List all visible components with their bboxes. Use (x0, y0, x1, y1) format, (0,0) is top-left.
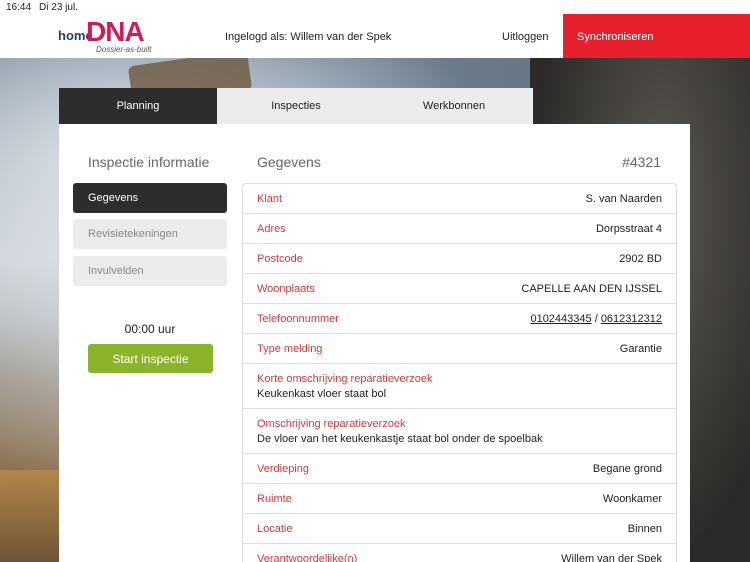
wifi-icon (686, 3, 698, 12)
phone-link-mobile[interactable]: 0612312312 (601, 313, 662, 325)
logo-dna: DNA (86, 16, 145, 47)
sidebar-item-label: Gegevens (88, 192, 139, 204)
sync-label: Synchroniseren (577, 31, 654, 43)
content-panel: Inspectie informatie Gegevens Revisietek… (59, 124, 690, 562)
row-label: Omschrijving reparatieverzoek (257, 417, 406, 430)
row-value: Binnen (627, 522, 662, 535)
row-label: Klant (257, 192, 283, 205)
main-tabs: Planning Inspecties Werkbonnen (59, 88, 533, 124)
table-row: Verdieping Begane grond (243, 454, 676, 484)
row-value: 2902 BD (619, 252, 662, 265)
background-machine (0, 470, 60, 562)
details-table: Klant S. van Naarden Adres Dorpsstraat 4… (242, 183, 677, 562)
table-row: Type melding Garantie (243, 334, 676, 364)
row-label: Woonplaats (257, 282, 315, 295)
logo-tagline: Dossier-as-built (96, 45, 152, 54)
row-value: De vloer van het keukenkastje staat bol … (257, 432, 543, 445)
row-label: Locatie (257, 522, 293, 535)
table-row: Woonplaats CAPELLE AAN DEN IJSSEL (243, 274, 676, 304)
row-label: Telefoonnummer (257, 312, 339, 325)
tab-planning[interactable]: Planning (59, 88, 217, 124)
tab-inspecties[interactable]: Inspecties (217, 88, 375, 124)
table-row: Verantwoordelijke(n) Willem van der Spek (243, 544, 676, 562)
row-value: CAPELLE AAN DEN IJSSEL (521, 282, 662, 295)
row-label: Type melding (257, 342, 323, 355)
phone-numbers: 0102443345 / 0612312312 (530, 313, 662, 325)
table-row: Korte omschrijving reparatieverzoek Keuk… (243, 364, 676, 409)
sidebar-item-label: Invulvelden (88, 265, 144, 277)
row-label: Ruimte (257, 492, 292, 505)
row-label: Adres (257, 222, 286, 235)
row-label: Korte omschrijving reparatieverzoek (257, 372, 433, 385)
row-value: Woonkamer (602, 492, 662, 505)
table-row: Telefoonnummer 0102443345 / 0612312312 (243, 304, 676, 334)
sidebar-item-gegevens[interactable]: Gegevens (73, 183, 227, 213)
row-label: Verdieping (257, 462, 309, 475)
table-row: Ruimte Woonkamer (243, 484, 676, 514)
row-value: Garantie (619, 342, 662, 355)
table-row: Adres Dorpsstraat 4 (243, 214, 676, 244)
details-title: Gegevens (257, 154, 321, 170)
row-value: Willem van der Spek (561, 552, 662, 562)
row-value: Begane grond (592, 462, 662, 475)
status-right: 99% (686, 2, 744, 13)
row-label: Verantwoordelijke(n) (257, 552, 358, 562)
phone-link-landline[interactable]: 0102443345 (530, 313, 591, 325)
table-row: Locatie Binnen (243, 514, 676, 544)
phone-separator: / (591, 312, 601, 325)
row-value: Keukenkast vloer staat bol (257, 387, 387, 400)
row-label: Postcode (257, 252, 303, 265)
app-header: 16:44 Di 23 jul. home DNA Dossier-as-bui… (0, 0, 750, 58)
row-value: Dorpsstraat 4 (595, 222, 662, 235)
status-bar: 16:44 Di 23 jul. (0, 0, 750, 14)
start-inspection-label: Start inspectie (112, 351, 189, 366)
tab-label: Werkbonnen (422, 100, 486, 112)
status-time: 16:44 (6, 1, 32, 13)
table-row: Klant S. van Naarden (243, 184, 676, 214)
sidebar-item-revisietekeningen[interactable]: Revisietekeningen (73, 219, 227, 249)
sidebar-title: Inspectie informatie (88, 154, 210, 170)
sidebar-item-invulvelden[interactable]: Invulvelden (73, 256, 227, 286)
tab-label: Inspecties (271, 100, 321, 112)
start-inspection-button[interactable]: Start inspectie (88, 344, 213, 373)
inspection-timer: 00:00 uur (124, 322, 176, 336)
table-row: Omschrijving reparatieverzoek De vloer v… (243, 409, 676, 454)
logout-button[interactable]: Uitloggen (502, 31, 548, 43)
tab-werkbonnen[interactable]: Werkbonnen (375, 88, 533, 124)
status-date: Di 23 jul. (39, 1, 78, 13)
inspection-id: #4321 (622, 154, 661, 170)
table-row: Postcode 2902 BD (243, 244, 676, 274)
homedna-logo: home DNA Dossier-as-built (58, 16, 168, 56)
sidebar-item-label: Revisietekeningen (88, 228, 178, 240)
battery-icon (726, 3, 744, 12)
logged-in-user: Ingelogd als: Willem van der Spek (225, 31, 392, 43)
tab-label: Planning (116, 100, 160, 112)
row-value: S. van Naarden (585, 192, 662, 205)
battery-percent: 99% (701, 2, 722, 13)
